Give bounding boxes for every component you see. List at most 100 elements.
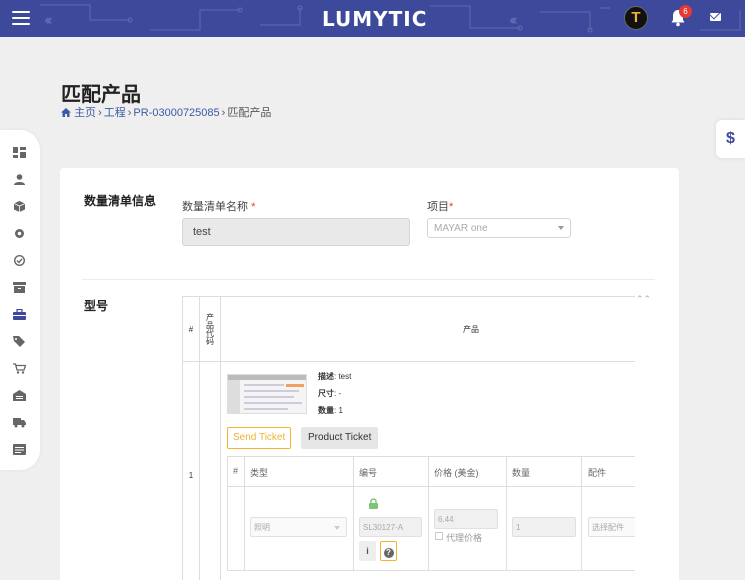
breadcrumb-current: 匹配产品	[227, 107, 272, 119]
hamburger-line	[12, 23, 30, 25]
breadcrumb-separator: ›	[221, 107, 226, 119]
product-description: 描述: test	[318, 372, 352, 381]
project-label: 项目*	[427, 198, 453, 214]
user-avatar[interactable]: T	[624, 6, 648, 30]
app-logo[interactable]: LUMYTIC	[322, 7, 427, 31]
check-circle-icon[interactable]	[13, 255, 26, 266]
required-marker: *	[449, 201, 454, 213]
thumbnail-detail	[244, 384, 284, 386]
agent-price-label: 代理价格	[446, 533, 483, 543]
subtable-grid-line	[353, 456, 354, 570]
subcol-header-code: 编号	[359, 468, 378, 478]
tag-icon[interactable]	[13, 336, 26, 347]
subtable-grid-line	[581, 456, 582, 570]
subcol-header-price: 价格 (美金)	[434, 468, 479, 478]
main-card: 数量清单信息 数量清单名称 * test 项目* MAYAR one 型号 ⌃⌃…	[60, 168, 679, 580]
product-size: 尺寸: -	[318, 389, 342, 398]
product-qty: 数量: 1	[318, 406, 343, 415]
home-icon	[61, 108, 71, 117]
info-button[interactable]: i	[359, 541, 376, 561]
dashboard-icon[interactable]	[13, 147, 26, 158]
table-grid-line	[220, 297, 221, 580]
breadcrumb-projects[interactable]: 工程	[104, 107, 126, 119]
model-table: # 产品代码 产品 1 描述: test 尺寸: - 数量: 1 Send Ti…	[182, 296, 635, 580]
subtable-grid-line	[227, 456, 228, 570]
archive-icon[interactable]	[13, 282, 26, 293]
thumbnail-detail	[244, 396, 294, 398]
subcol-header-quantity: 数量	[512, 468, 531, 478]
price-input[interactable]: 6.44	[434, 509, 498, 529]
breadcrumb-project-id[interactable]: PR-03000725085	[133, 107, 219, 119]
accessory-select-value: 选择配件	[592, 522, 624, 532]
thumbnail-detail	[286, 384, 304, 387]
top-navbar: « « LUMYTIC T 6	[0, 0, 745, 37]
table-grid-line	[183, 361, 635, 362]
collapse-chevron-icon[interactable]: ⌃⌃	[636, 294, 651, 305]
notification-badge: 6	[679, 5, 692, 18]
project-label-text: 项目	[427, 201, 449, 213]
thumbnail-detail	[244, 402, 302, 404]
required-marker: *	[251, 201, 256, 213]
chevron-down-icon	[558, 226, 564, 230]
menu-toggle-button[interactable]	[12, 11, 30, 25]
row-index: 1	[188, 471, 194, 480]
subcol-header-accessory: 配件	[588, 468, 607, 478]
breadcrumb-separator: ›	[98, 107, 102, 119]
help-icon: ?	[383, 548, 394, 558]
help-button[interactable]: ?	[380, 541, 397, 561]
breadcrumb: 主页 › 工程 › PR-03000725085 › 匹配产品	[61, 104, 271, 120]
subtable-grid-line	[428, 456, 429, 570]
accessory-select[interactable]: 选择配件	[588, 517, 635, 537]
list-icon[interactable]	[13, 444, 26, 455]
chevron-down-icon	[334, 526, 340, 530]
type-select-value: 照明	[254, 522, 270, 532]
briefcase-icon[interactable]	[13, 309, 26, 320]
thumbnail-detail	[244, 390, 299, 392]
bom-name-label: 数量清单名称 *	[182, 198, 255, 214]
subtable-grid-line	[227, 486, 635, 487]
price-value: 6.44	[438, 514, 454, 524]
model-section-label: 型号	[84, 299, 109, 313]
dollar-tab-button[interactable]: $	[716, 120, 745, 158]
bom-name-value: test	[193, 226, 211, 238]
subtable-grid-line	[506, 456, 507, 570]
size-value: -	[338, 389, 342, 398]
user-icon[interactable]	[13, 174, 26, 185]
send-ticket-button[interactable]: Send Ticket	[227, 427, 292, 449]
settings-icon[interactable]	[13, 228, 26, 239]
product-ticket-button[interactable]: Product Ticket	[301, 427, 379, 449]
quantity-value: 1	[516, 522, 521, 532]
breadcrumb-home[interactable]: 主页	[74, 107, 96, 119]
thumbnail-detail	[228, 380, 240, 413]
bom-name-input[interactable]: test	[182, 218, 410, 246]
cart-icon[interactable]	[13, 363, 26, 374]
subcol-header-type: 类型	[250, 468, 269, 478]
project-select[interactable]: MAYAR one	[427, 218, 571, 238]
agent-price-checkbox[interactable]	[435, 532, 443, 540]
qty-value: 1	[338, 406, 343, 415]
thumbnail-detail	[244, 408, 288, 410]
subtable-grid-line	[244, 456, 245, 570]
subtable-grid-line	[227, 570, 635, 571]
warehouse-icon[interactable]	[13, 390, 26, 401]
truck-icon[interactable]	[13, 417, 26, 428]
description-value: test	[338, 372, 352, 381]
mail-icon[interactable]	[710, 13, 721, 21]
col-header-code: 产品代码	[205, 313, 215, 345]
svg-text:«: «	[45, 13, 52, 27]
lock-icon	[369, 498, 378, 509]
col-header-index: #	[188, 325, 194, 334]
code-value: SL30127-A	[363, 522, 404, 532]
cube-icon[interactable]	[13, 201, 26, 212]
hamburger-line	[12, 11, 30, 13]
col-header-product: 产品	[463, 325, 479, 334]
quantity-input[interactable]: 1	[512, 517, 576, 537]
description-label: 描述	[318, 372, 334, 381]
type-select[interactable]: 照明	[250, 517, 347, 537]
subtable-grid-line	[227, 456, 635, 457]
side-rail	[0, 130, 40, 470]
svg-text:«: «	[510, 13, 517, 27]
project-select-value: MAYAR one	[434, 222, 488, 234]
product-thumbnail[interactable]	[227, 374, 307, 414]
code-input[interactable]: SL30127-A	[359, 517, 422, 537]
